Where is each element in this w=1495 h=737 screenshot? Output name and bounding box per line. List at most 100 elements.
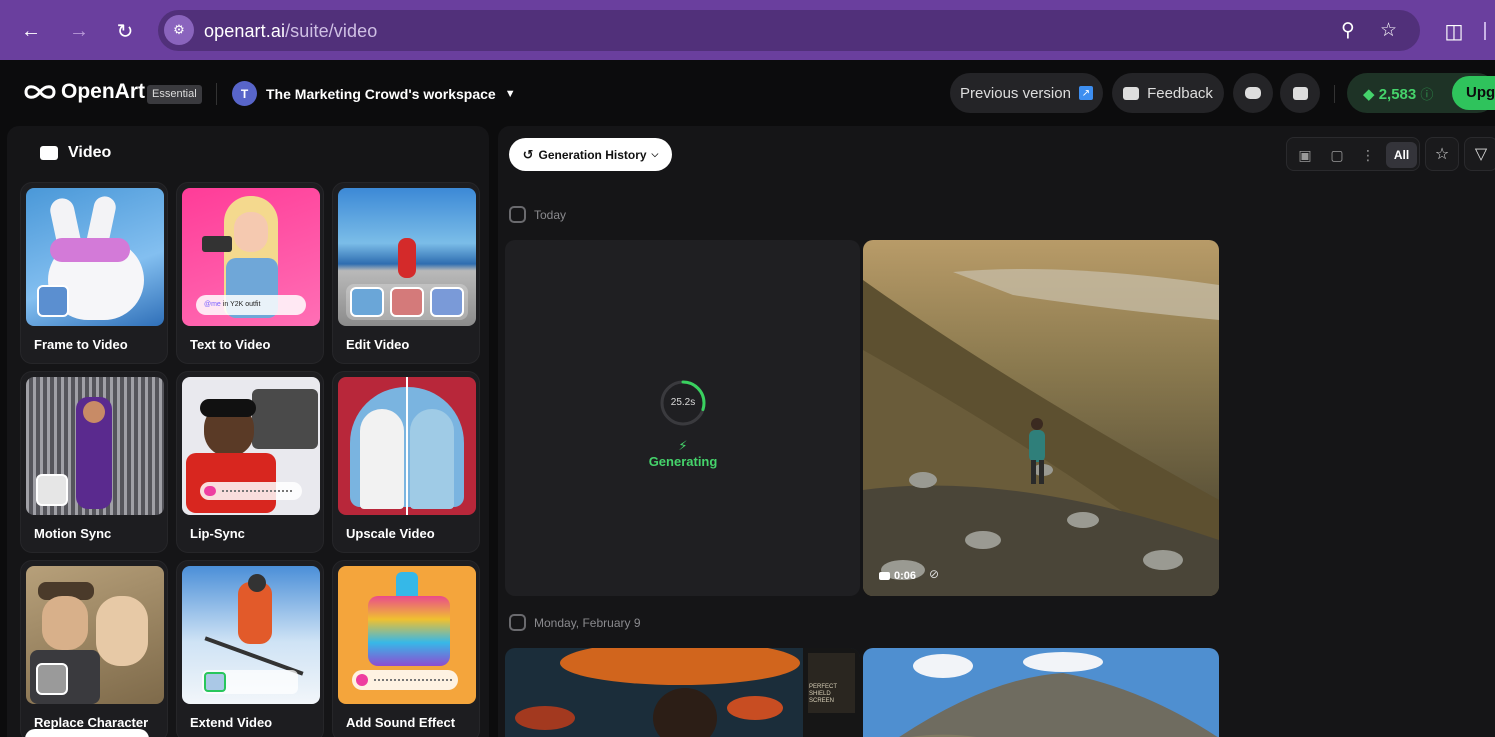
generating-status: ⚡ Generating bbox=[648, 438, 718, 469]
tool-card-text-to-video[interactable]: @me in Y2K outfit Text to Video bbox=[176, 182, 324, 364]
tool-label: Edit Video bbox=[346, 337, 410, 352]
tool-label: Frame to Video bbox=[34, 337, 128, 352]
add-sound-effect-thumbnail bbox=[338, 566, 476, 704]
chevron-down-icon: ⌵ bbox=[651, 149, 659, 159]
external-link-icon: ↗ bbox=[1078, 86, 1093, 100]
select-group-checkbox[interactable] bbox=[509, 614, 526, 631]
caret-down-icon: ▼ bbox=[504, 87, 516, 100]
video-camera-icon bbox=[40, 146, 58, 160]
filter-button[interactable]: ▽ bbox=[1464, 137, 1495, 171]
replace-character-thumbnail bbox=[26, 566, 164, 704]
tool-card-replace-character[interactable]: Replace Character bbox=[20, 560, 168, 737]
feedback-button[interactable]: Feedback bbox=[1112, 73, 1224, 113]
all-filter-button[interactable]: All bbox=[1386, 142, 1417, 168]
select-group-checkbox[interactable] bbox=[509, 206, 526, 223]
openart-logo[interactable]: OpenArt bbox=[23, 80, 145, 104]
tool-card-frame-to-video[interactable]: Frame to Video bbox=[20, 182, 168, 364]
tool-card-add-sound-effect[interactable]: Add Sound Effect bbox=[332, 560, 480, 737]
tool-label: Text to Video bbox=[190, 337, 271, 352]
video-filter-icon[interactable]: ▢ bbox=[1326, 144, 1348, 166]
tool-card-motion-sync[interactable]: Motion Sync bbox=[20, 371, 168, 553]
poster-text: PERFECT SHIELD SCREEN bbox=[809, 684, 837, 704]
discord-button[interactable] bbox=[1233, 73, 1273, 113]
header-divider bbox=[216, 83, 217, 105]
address-bar[interactable]: ⚙ openart.ai/suite/video ⚲ ☆ bbox=[158, 10, 1420, 51]
image-filter-icon[interactable]: ▣ bbox=[1294, 144, 1316, 166]
address-url[interactable]: openart.ai/suite/video bbox=[204, 21, 377, 42]
generation-history-button[interactable]: ↺ Generation History ⌵ bbox=[509, 138, 672, 171]
history-item-mountain[interactable] bbox=[863, 648, 1219, 737]
tool-label: Replace Character bbox=[34, 715, 149, 730]
forward-arrow-icon[interactable]: → bbox=[66, 18, 92, 44]
video-result-item[interactable]: 0:06 ⊘ bbox=[863, 240, 1219, 596]
previous-version-label: Previous version bbox=[960, 84, 1071, 102]
generation-history-panel: ↺ Generation History ⌵ ▣ ▢ ⋮ All ☆ ▽ Tod… bbox=[498, 126, 1495, 737]
discord-icon bbox=[1245, 87, 1261, 99]
zoom-icon[interactable]: ⚲ bbox=[1341, 19, 1355, 42]
youtube-icon bbox=[1292, 86, 1308, 100]
history-clock-icon: ↺ bbox=[522, 146, 534, 162]
lip-sync-thumbnail bbox=[182, 377, 320, 515]
tool-card-upscale-video[interactable]: Upscale Video bbox=[332, 371, 480, 553]
help-circle-icon: ⓘ bbox=[1420, 87, 1434, 102]
text-to-video-thumbnail: @me in Y2K outfit bbox=[182, 188, 320, 326]
tool-label: Lip-Sync bbox=[190, 526, 245, 541]
media-type-filter: ▣ ▢ ⋮ All bbox=[1286, 137, 1420, 171]
brand-name: OpenArt bbox=[61, 80, 145, 103]
tool-label: Extend Video bbox=[190, 715, 273, 730]
tool-card-edit-video[interactable]: Edit Video bbox=[332, 182, 480, 364]
favorites-star-button[interactable]: ☆ bbox=[1425, 137, 1459, 171]
reload-icon[interactable]: ↻ bbox=[112, 18, 138, 44]
infinity-logo-icon bbox=[24, 85, 56, 99]
tool-card-lip-sync[interactable]: Lip-Sync bbox=[176, 371, 324, 553]
date-group-header: Monday, February 9 bbox=[509, 614, 641, 631]
credits-amount: ◆ 2,583 ⓘ bbox=[1363, 86, 1434, 103]
upgrade-button[interactable]: Upgr bbox=[1452, 76, 1495, 110]
header-divider-2 bbox=[1334, 85, 1335, 103]
tool-label: Add Sound Effect bbox=[346, 715, 456, 730]
audio-waveform-chip bbox=[200, 482, 302, 500]
video-camera-icon bbox=[879, 572, 890, 580]
app-header: OpenArt Essential T The Marketing Crowd'… bbox=[7, 60, 1495, 126]
date-group-label: Today bbox=[534, 207, 567, 222]
toolbar-divider bbox=[1484, 22, 1486, 40]
workspace-avatar: T bbox=[232, 81, 257, 106]
video-duration: 0:06 bbox=[879, 570, 916, 582]
panel-title: Video bbox=[40, 144, 111, 162]
prompt-chip: @me in Y2K outfit bbox=[196, 295, 306, 315]
no-audio-icon: ⊘ bbox=[929, 567, 940, 581]
video-tools-panel: Video Frame to Video @me in Y2K outfit T… bbox=[7, 126, 489, 737]
tool-card-extend-video[interactable]: Extend Video bbox=[176, 560, 324, 737]
mountain-landscape-thumbnail bbox=[863, 648, 1219, 737]
mountain-hiker-video-thumbnail bbox=[863, 240, 1219, 596]
site-settings-icon[interactable]: ⚙ bbox=[164, 15, 194, 45]
history-item-mushroom[interactable]: PERFECT SHIELD SCREEN bbox=[505, 648, 860, 737]
chat-bubble-icon bbox=[1123, 86, 1140, 100]
funnel-icon: ▽ bbox=[1474, 146, 1488, 163]
previous-version-button[interactable]: Previous version ↗ bbox=[950, 73, 1103, 113]
floating-pill-button[interactable] bbox=[25, 729, 149, 737]
workspace-selector[interactable]: T The Marketing Crowd's workspace ▼ bbox=[232, 81, 516, 106]
plan-badge: Essential bbox=[147, 85, 202, 104]
generation-history-label: Generation History bbox=[538, 147, 647, 162]
timeline-chip bbox=[202, 670, 298, 694]
extensions-icon[interactable]: ◫ bbox=[1441, 18, 1467, 44]
motion-sync-thumbnail bbox=[26, 377, 164, 515]
edit-video-thumbnail bbox=[338, 188, 476, 326]
date-group-header: Today bbox=[509, 206, 566, 223]
youtube-button[interactable] bbox=[1280, 73, 1320, 113]
date-group-label: Monday, February 9 bbox=[534, 615, 641, 630]
panel-title-label: Video bbox=[68, 144, 112, 161]
audio-filter-icon[interactable]: ⋮ bbox=[1357, 144, 1379, 166]
star-icon: ☆ bbox=[1434, 146, 1450, 163]
lightning-icon: ⚡ bbox=[678, 438, 688, 453]
bookmark-star-icon[interactable]: ☆ bbox=[1380, 19, 1397, 42]
frame-to-video-thumbnail bbox=[26, 188, 164, 326]
workspace-name: The Marketing Crowd's workspace bbox=[266, 85, 496, 102]
generation-timer: 25.2s bbox=[670, 397, 696, 408]
feedback-label: Feedback bbox=[1147, 84, 1213, 102]
generating-item[interactable]: 25.2s ⚡ Generating bbox=[505, 240, 860, 596]
upscale-video-thumbnail bbox=[338, 377, 476, 515]
tool-label: Upscale Video bbox=[346, 526, 435, 541]
back-arrow-icon[interactable]: ← bbox=[18, 18, 44, 44]
